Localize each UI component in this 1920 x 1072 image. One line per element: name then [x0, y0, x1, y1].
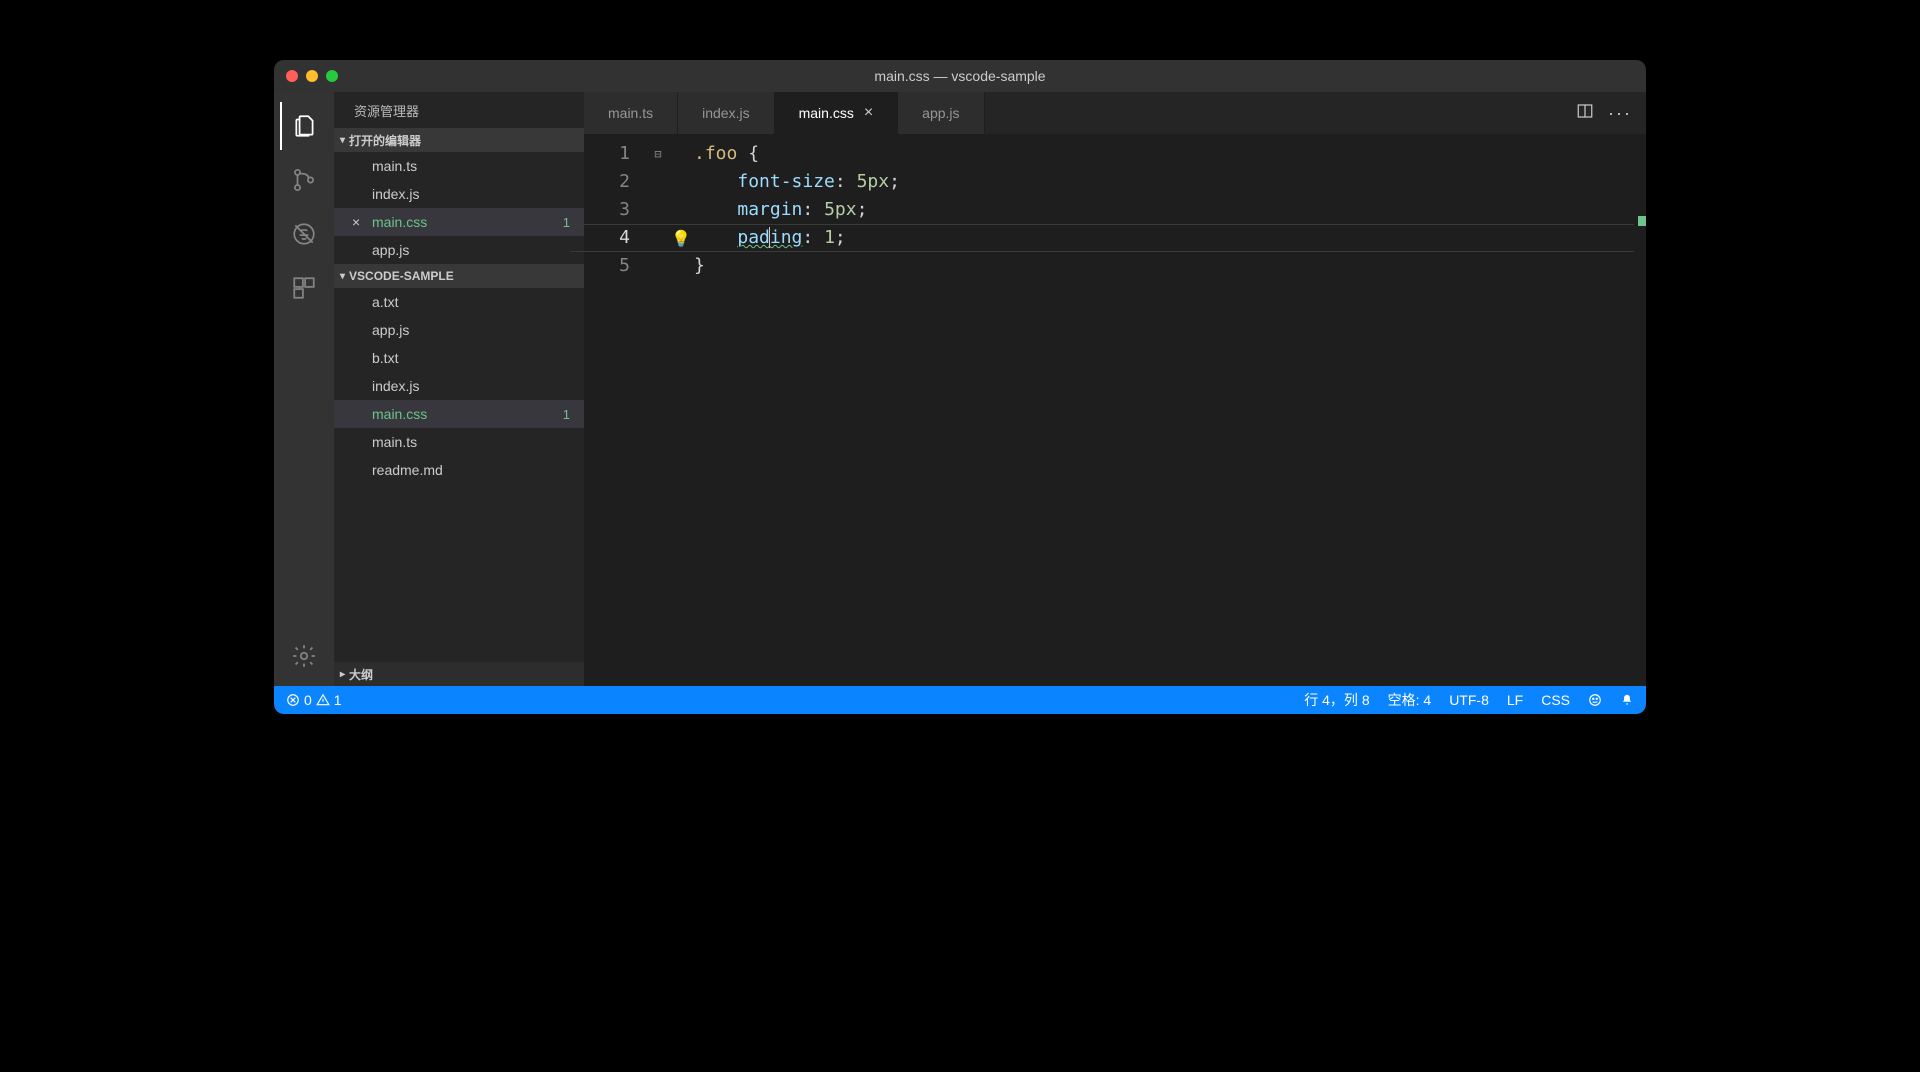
open-editor-item[interactable]: index.js [334, 180, 584, 208]
status-notifications[interactable] [1620, 693, 1634, 707]
status-cursor-position[interactable]: 行 4，列 8 [1304, 690, 1369, 710]
split-editor-button[interactable] [1576, 102, 1594, 125]
bell-icon [1620, 693, 1634, 707]
explorer-file[interactable]: app.js [334, 316, 584, 344]
explorer-file[interactable]: main.ts [334, 428, 584, 456]
line-number: 1 [584, 140, 648, 168]
file-name: app.js [372, 322, 409, 338]
file-name: main.css [372, 214, 427, 230]
sidebar-title: 资源管理器 [334, 92, 584, 128]
file-name: app.js [372, 242, 409, 258]
file-name: b.txt [372, 350, 398, 366]
tab-app-js[interactable]: app.js [898, 92, 984, 134]
line-number: 3 [584, 196, 648, 224]
open-editor-item[interactable]: main.ts [334, 152, 584, 180]
activity-source-control[interactable] [280, 156, 328, 204]
open-editor-item[interactable]: app.js [334, 236, 584, 264]
explorer-file[interactable]: b.txt [334, 344, 584, 372]
sidebar-explorer: 资源管理器 ▾ 打开的编辑器 main.ts index.js × main.c… [334, 92, 584, 686]
status-encoding[interactable]: UTF-8 [1449, 692, 1489, 708]
line-number: 2 [584, 168, 648, 196]
error-icon [286, 693, 300, 707]
explorer-file[interactable]: main.css 1 [334, 400, 584, 428]
activity-settings[interactable] [280, 632, 328, 680]
window-body: 资源管理器 ▾ 打开的编辑器 main.ts index.js × main.c… [274, 92, 1646, 686]
tab-label: app.js [922, 105, 959, 121]
line-number: 5 [584, 252, 648, 280]
warning-count: 1 [334, 692, 342, 708]
lightbulb-icon[interactable]: 💡 [671, 229, 691, 248]
status-feedback[interactable] [1588, 693, 1602, 707]
folder-header[interactable]: ▾ VSCODE-SAMPLE [334, 264, 584, 288]
open-editor-item[interactable]: × main.css 1 [334, 208, 584, 236]
editor-actions: ··· [1576, 92, 1646, 134]
tab-main-ts[interactable]: main.ts [584, 92, 678, 134]
status-bar: 0 1 行 4，列 8 空格: 4 UTF-8 LF CSS [274, 686, 1646, 714]
glyph-margin: 💡 [668, 134, 694, 686]
tab-label: main.ts [608, 105, 653, 121]
smiley-icon [1588, 693, 1602, 707]
status-eol[interactable]: LF [1507, 692, 1523, 708]
file-name: main.ts [372, 434, 417, 450]
problems-badge: 1 [563, 407, 570, 422]
problems-badge: 1 [563, 215, 570, 230]
activity-extensions[interactable] [280, 264, 328, 312]
file-name: main.css [372, 406, 427, 422]
open-editors-label: 打开的编辑器 [349, 132, 421, 149]
explorer-file[interactable]: readme.md [334, 456, 584, 484]
status-indentation[interactable]: 空格: 4 [1388, 690, 1432, 710]
editor-tabs: main.ts index.js main.css × app.js ··· [584, 92, 1646, 134]
file-name: index.js [372, 378, 419, 394]
gear-icon [291, 643, 317, 669]
warning-icon [316, 693, 330, 707]
tab-label: index.js [702, 105, 749, 121]
outline-label: 大纲 [349, 666, 373, 683]
bug-crossed-icon [291, 221, 317, 247]
file-name: main.ts [372, 158, 417, 174]
fold-toggle[interactable]: ⊟ [648, 140, 668, 168]
close-icon[interactable]: × [864, 104, 873, 122]
status-problems[interactable]: 0 1 [286, 692, 342, 708]
extensions-icon [291, 275, 317, 301]
app-window: main.css — vscode-sample 资源管理器 [274, 60, 1646, 714]
file-name: a.txt [372, 294, 398, 310]
source-control-icon [291, 167, 317, 193]
traffic-lights [274, 70, 338, 82]
code-content[interactable]: .foo { font-size: 5px; margin: 5px; padi… [694, 134, 1634, 686]
explorer-file[interactable]: a.txt [334, 288, 584, 316]
code-editor[interactable]: 1 2 3 4 5 ⊟ 💡 [584, 134, 1646, 686]
chevron-down-icon: ▾ [340, 271, 345, 282]
more-actions-button[interactable]: ··· [1608, 103, 1632, 124]
zoom-window-button[interactable] [326, 70, 338, 82]
minimize-window-button[interactable] [306, 70, 318, 82]
chevron-right-icon: ▸ [340, 669, 345, 680]
editor-group: main.ts index.js main.css × app.js ··· 1 [584, 92, 1646, 686]
tab-main-css[interactable]: main.css × [775, 92, 899, 134]
activity-bar [274, 92, 334, 686]
status-language[interactable]: CSS [1541, 692, 1570, 708]
file-name: index.js [372, 186, 419, 202]
window-title: main.css — vscode-sample [274, 68, 1646, 84]
outline-header[interactable]: ▸ 大纲 [334, 662, 584, 686]
explorer-file[interactable]: index.js [334, 372, 584, 400]
activity-explorer[interactable] [280, 102, 328, 150]
warning-marker [1638, 216, 1646, 226]
title-bar[interactable]: main.css — vscode-sample [274, 60, 1646, 92]
files-icon [292, 113, 318, 139]
file-name: readme.md [372, 462, 443, 478]
tab-label: main.css [799, 105, 854, 121]
folder-label: VSCODE-SAMPLE [349, 269, 454, 283]
close-icon[interactable]: × [352, 214, 360, 230]
tab-index-js[interactable]: index.js [678, 92, 774, 134]
chevron-down-icon: ▾ [340, 135, 345, 146]
line-number: 4 [584, 224, 648, 252]
open-editors-header[interactable]: ▾ 打开的编辑器 [334, 128, 584, 152]
activity-debug[interactable] [280, 210, 328, 258]
split-icon [1576, 102, 1594, 120]
line-number-gutter: 1 2 3 4 5 [584, 134, 648, 686]
close-window-button[interactable] [286, 70, 298, 82]
folding-gutter: ⊟ [648, 134, 668, 686]
error-count: 0 [304, 692, 312, 708]
overview-ruler[interactable] [1634, 134, 1646, 686]
